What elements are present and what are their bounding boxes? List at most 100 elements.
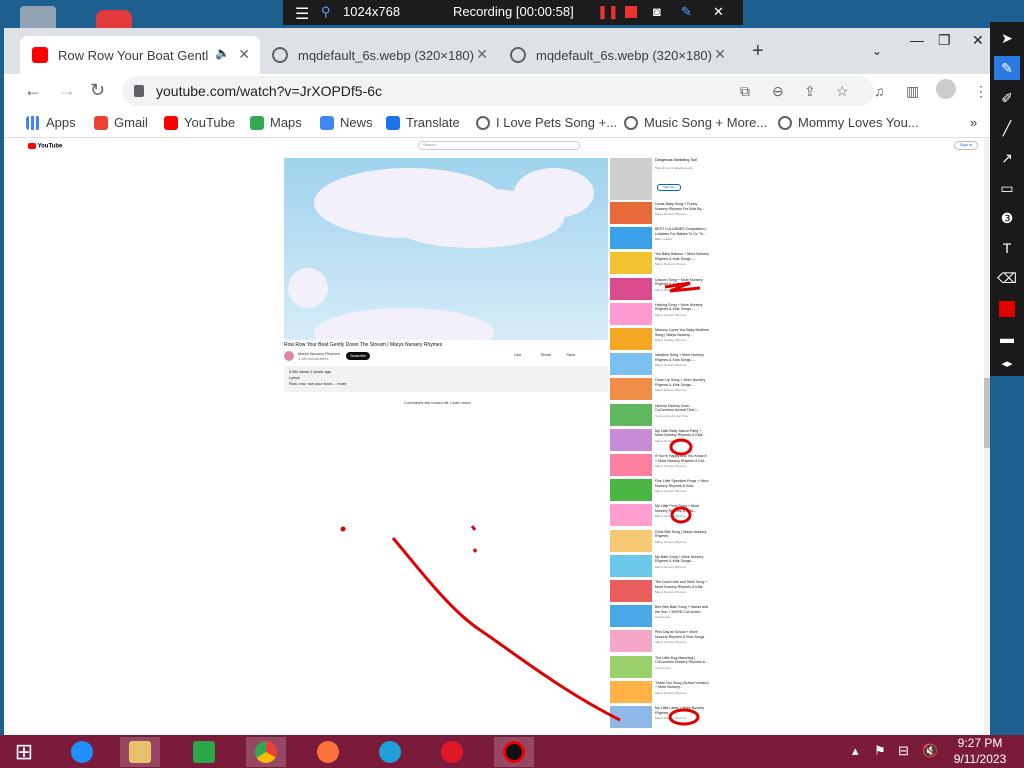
bookmark-pets-song[interactable]: I Love Pets Song +...: [476, 115, 617, 130]
text-tool-icon[interactable]: T: [994, 236, 1020, 260]
menu-kebab-icon[interactable]: ⋮: [974, 83, 988, 100]
media-control-icon[interactable]: ♫: [874, 83, 885, 99]
bookmark-gmail[interactable]: Gmail: [94, 115, 148, 130]
video-thumbnail[interactable]: [610, 202, 652, 224]
taskbar-clock[interactable]: 9:27 PM 9/11/2023: [950, 735, 1010, 767]
recommended-title[interactable]: My Bath Song + More Nursery Rhymes & Kid…: [655, 555, 709, 564]
recommended-video[interactable]: My Little Lamb + More Nursery Rhymes Mary…: [610, 706, 710, 728]
flag-icon[interactable]: ⚑: [874, 743, 886, 759]
bookmark-news[interactable]: News: [320, 115, 373, 130]
recommended-video[interactable]: Mommy Loves You Baby Bedtime Song | Mary…: [610, 328, 710, 350]
recommended-title[interactable]: Drink Milk Song | Marys Nursery Rhymes: [655, 530, 709, 539]
tab-search-icon[interactable]: ⌄: [872, 44, 882, 58]
recommended-title[interactable]: Vacation Song + More Nursery Rhymes & Ki…: [655, 353, 709, 362]
eraser-tool-icon[interactable]: ⌫: [994, 266, 1020, 290]
pen-tool-icon[interactable]: ✎: [994, 56, 1020, 80]
tab-image-2[interactable]: mqdefault_6s.webp (320×180) ✕: [498, 36, 736, 74]
recommended-title[interactable]: Clean Up Song + More Nursery Rhymes & Ki…: [655, 378, 709, 387]
share-button[interactable]: Share: [540, 352, 551, 357]
recommended-video[interactable]: Lucas Baby Song + Funny Nursery Rhymes F…: [610, 202, 710, 224]
recommended-title[interactable]: My Little Lamb + More Nursery Rhymes: [655, 706, 709, 715]
line-tool-icon[interactable]: ╱: [994, 116, 1020, 140]
video-thumbnail[interactable]: [610, 252, 652, 275]
taskbar-firefox[interactable]: [308, 737, 348, 767]
show-hidden-icons[interactable]: ▴: [852, 743, 859, 759]
recommended-video[interactable]: Pink Day at School + More Nursery Rhymes…: [610, 630, 710, 653]
video-thumbnail[interactable]: [610, 328, 652, 350]
stop-icon[interactable]: [625, 6, 637, 18]
stroke-width-icon[interactable]: ▬: [994, 326, 1020, 350]
taskbar-edge[interactable]: [370, 737, 410, 767]
recommended-video[interactable]: Clean Up Song + More Nursery Rhymes & Ki…: [610, 378, 710, 401]
youtube-search-input[interactable]: Search: [418, 141, 580, 150]
recommended-title[interactable]: The Duck Hide and Seek Song + More Nurse…: [655, 580, 709, 589]
taskbar-file-explorer[interactable]: [120, 737, 160, 767]
recommended-video[interactable]: Drink Milk Song | Marys Nursery Rhymes Ma…: [610, 529, 710, 552]
recommended-title[interactable]: Bee Bee Bath Song + Hands and the Sun + …: [655, 605, 709, 614]
video-thumbnail[interactable]: [610, 403, 652, 426]
video-thumbnail[interactable]: [610, 706, 652, 728]
bookmark-youtube[interactable]: YouTube: [164, 115, 235, 130]
rectangle-tool-icon[interactable]: ▭: [994, 176, 1020, 200]
video-thumbnail[interactable]: [610, 454, 652, 476]
zoom-icon[interactable]: ⊖: [772, 83, 784, 100]
video-thumbnail[interactable]: [610, 302, 652, 325]
recommended-title[interactable]: Pink Day at School + More Nursery Rhymes…: [655, 630, 709, 639]
ad-thumbnail[interactable]: [610, 158, 652, 200]
menu-icon[interactable]: ☰: [295, 4, 309, 24]
video-thumbnail[interactable]: [610, 277, 652, 300]
bookmark-music-song[interactable]: Music Song + More...: [624, 115, 767, 130]
recommended-video[interactable]: Yes Baby Balloon + More Nursery Rhymes &…: [610, 252, 710, 275]
minimize-icon[interactable]: —: [910, 32, 924, 48]
recommended-title[interactable]: Mommy Loves You Baby Bedtime Song | Mary…: [655, 328, 709, 337]
network-icon[interactable]: ⊟: [898, 743, 909, 759]
recommended-video[interactable]: Unicorn Song + More Nursery Rhymes & Kid…: [610, 277, 710, 300]
recommended-video[interactable]: Helping Song + More Nursery Rhymes & Kid…: [610, 302, 710, 325]
taskbar-store[interactable]: [184, 737, 224, 767]
video-thumbnail[interactable]: [610, 227, 652, 250]
video-thumbnail[interactable]: [610, 680, 652, 703]
forward-icon[interactable]: →: [58, 80, 76, 101]
highlighter-tool-icon[interactable]: ✐: [994, 86, 1020, 110]
recommended-video[interactable]: If You're Happy And You Know It + More N…: [610, 454, 710, 476]
bookmark-translate[interactable]: Translate: [386, 115, 460, 130]
channel-avatar[interactable]: [284, 351, 294, 361]
bookmark-apps[interactable]: Apps: [26, 115, 76, 130]
camera-icon[interactable]: ◙: [653, 4, 661, 19]
recommended-video[interactable]: My Little Pony Song + More Nursery Rhyme…: [610, 504, 710, 527]
volume-muted-icon[interactable]: 🔇: [922, 743, 938, 759]
video-thumbnail[interactable]: [610, 378, 652, 401]
recommended-video[interactable]: Vacation Song + More Nursery Rhymes & Ki…: [610, 353, 710, 376]
scrollbar-thumb[interactable]: [984, 378, 990, 448]
sign-in-button[interactable]: Sign in: [954, 141, 978, 150]
pause-icon[interactable]: ❚❚: [597, 4, 619, 20]
recommended-title[interactable]: My Little Pony Song + More Nursery Rhyme…: [655, 504, 709, 513]
close-tab-icon[interactable]: ✕: [476, 46, 488, 63]
maximize-icon[interactable]: ❐: [938, 32, 951, 49]
video-thumbnail[interactable]: [610, 428, 652, 451]
recommended-title[interactable]: Unicorn Song + More Nursery Rhymes & Kid…: [655, 278, 709, 287]
video-thumbnail[interactable]: [610, 630, 652, 653]
sidebar-ad[interactable]: Dangerous Marketing Tool Tally all your …: [610, 158, 710, 200]
recommended-title[interactable]: Lucas Baby Song + Funny Nursery Rhymes F…: [655, 202, 709, 211]
video-description[interactable]: 2.6M views 2 years ago Lyrics: Row, row,…: [284, 366, 608, 392]
bookmark-star-icon[interactable]: ☆: [836, 83, 849, 100]
address-bar[interactable]: youtube.com/watch?v=JrXOPDf5-6c: [122, 76, 874, 106]
recommended-video[interactable]: The Little Dog Marching | CoComelon Nurs…: [610, 655, 710, 678]
tab-image-1[interactable]: mqdefault_6s.webp (320×180) ✕: [260, 36, 498, 74]
close-tab-icon[interactable]: ✕: [714, 46, 726, 63]
open-in-app-icon[interactable]: ⧉: [740, 83, 750, 100]
recommended-video[interactable]: BEST LULLABIES Compilation | Lullabies F…: [610, 227, 710, 250]
recommended-title[interactable]: Five Little Speckled Frogs + More Nurser…: [655, 479, 709, 488]
save-button[interactable]: Save: [566, 352, 575, 357]
video-thumbnail[interactable]: [610, 580, 652, 602]
recommended-video[interactable]: My Bath Song + More Nursery Rhymes & Kid…: [610, 554, 710, 577]
recommended-title[interactable]: My Little Baby Dance Party + More Nurser…: [655, 429, 709, 438]
taskbar-internet-explorer[interactable]: [62, 737, 102, 767]
cursor-tool-icon[interactable]: ➤: [994, 26, 1020, 50]
expand-toolbar-icon[interactable]: ◂▸: [994, 352, 1020, 376]
close-recorder-icon[interactable]: ✕: [713, 4, 724, 20]
new-tab-button[interactable]: +: [752, 40, 764, 63]
video-thumbnail[interactable]: [610, 529, 652, 552]
back-icon[interactable]: ←: [24, 80, 42, 101]
